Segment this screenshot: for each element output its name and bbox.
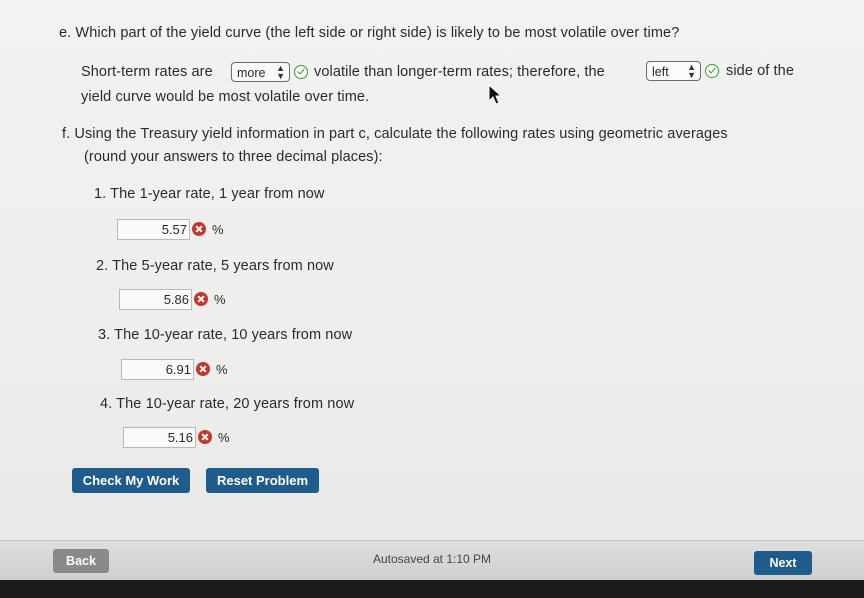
rate-input-1[interactable]: 5.57 (117, 219, 190, 240)
rate-input-4[interactable]: 5.16 (123, 427, 196, 448)
question-e: e. Which part of the yield curve (the le… (59, 25, 680, 41)
side-select[interactable]: left ▲ ▼ (646, 61, 701, 81)
check-circle-icon (705, 64, 719, 78)
side-select-value: left (652, 65, 669, 79)
percent-label: % (216, 362, 228, 377)
item-1-label: 1. The 1-year rate, 1 year from now (94, 186, 325, 202)
check-my-work-button[interactable]: Check My Work (72, 468, 190, 493)
next-button[interactable]: Next (754, 551, 812, 575)
item-4-label: 4. The 10-year rate, 20 years from now (100, 396, 355, 412)
autosave-status: Autosaved at 1:10 PM (372, 552, 492, 566)
volatility-select-value: more (237, 66, 266, 80)
answer-e-text-b: volatile than longer-term rates; therefo… (314, 64, 605, 80)
screen-bezel (0, 580, 864, 598)
check-circle-icon (294, 65, 308, 79)
select-arrows-icon: ▲ ▼ (276, 63, 285, 81)
x-circle-icon (196, 362, 210, 376)
percent-label: % (218, 430, 230, 445)
reset-problem-button[interactable]: Reset Problem (206, 468, 319, 493)
volatility-select[interactable]: more ▲ ▼ (231, 62, 290, 82)
answer-e-text-a: Short-term rates are (81, 64, 213, 80)
select-arrows-icon: ▲ ▼ (687, 62, 696, 80)
mouse-pointer-icon (488, 84, 503, 105)
item-3-label: 3. The 10-year rate, 10 years from now (98, 327, 353, 343)
percent-label: % (212, 222, 224, 237)
rate-input-3[interactable]: 6.91 (121, 359, 194, 380)
problem-page: e. Which part of the yield curve (the le… (0, 0, 864, 540)
x-circle-icon (198, 430, 212, 444)
question-f-line2: (round your answers to three decimal pla… (84, 149, 383, 165)
rate-input-2[interactable]: 5.86 (119, 289, 192, 310)
answer-e-text-line2: yield curve would be most volatile over … (81, 89, 370, 105)
answer-e-text-c: side of the (726, 63, 795, 79)
x-circle-icon (192, 222, 206, 236)
question-f-line1: f. Using the Treasury yield information … (62, 126, 728, 142)
x-circle-icon (194, 292, 208, 306)
item-2-label: 2. The 5-year rate, 5 years from now (96, 258, 334, 274)
percent-label: % (214, 292, 226, 307)
